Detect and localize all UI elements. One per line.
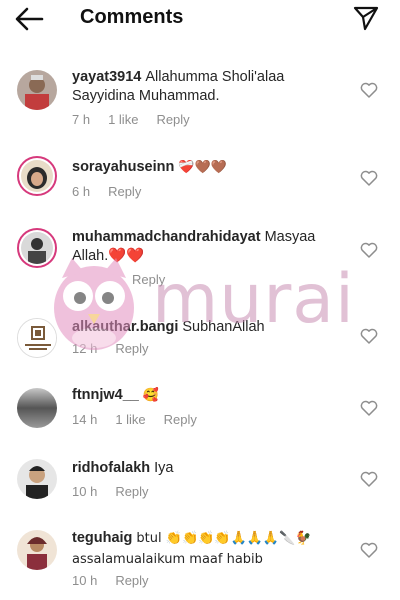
comment-meta: 14 h 1 like Reply xyxy=(72,412,215,427)
comment-meta: 10 h Reply xyxy=(72,573,167,588)
comment-meta: 10 h Reply xyxy=(72,484,167,499)
heart-outline-icon[interactable] xyxy=(360,242,378,258)
comment-text: Iya xyxy=(154,460,174,476)
reply-button[interactable]: Reply xyxy=(115,484,148,499)
comment-body: alkauthar.bangi SubhanAllah xyxy=(72,318,342,337)
comment-meta: 12 h Reply xyxy=(72,341,167,356)
comment-body: muhammadchandrahidayat Masyaa Allah.❤️❤️ xyxy=(72,228,342,266)
avatar[interactable] xyxy=(17,156,57,196)
avatar[interactable] xyxy=(17,228,57,268)
reply-button[interactable]: Reply xyxy=(115,341,148,356)
reply-button[interactable]: Reply xyxy=(132,272,165,287)
header: Comments xyxy=(0,0,400,38)
comment-body: yayat3914 Allahumma Sholi'alaa Sayyidina … xyxy=(72,68,342,106)
heart-outline-icon[interactable] xyxy=(360,170,378,186)
comment-username[interactable]: yayat3914 xyxy=(72,69,141,85)
comment-time: 12 h xyxy=(72,341,98,356)
comment-body: sorayahuseinn ❤️‍🩹🤎🤎 xyxy=(72,158,342,177)
reply-button[interactable]: Reply xyxy=(156,112,189,127)
comment-meta: 7 h 1 like Reply xyxy=(72,112,208,127)
comment-time: 10 h xyxy=(72,484,98,499)
arrow-left-icon[interactable] xyxy=(14,6,44,32)
like-count[interactable]: 1 like xyxy=(108,112,138,127)
comment-username[interactable]: teguhaig xyxy=(72,530,132,546)
comment-text: 🥰 xyxy=(142,388,160,403)
comment-time: 10 h xyxy=(72,573,98,588)
heart-outline-icon[interactable] xyxy=(360,542,378,558)
send-icon[interactable] xyxy=(352,4,380,32)
comment-body: teguhaig btul 👏👏👏👏🙏🙏🙏🔪🐓 assalamualaikum m… xyxy=(72,528,342,570)
comment-body: ridhofalakh Iya xyxy=(72,459,342,478)
heart-outline-icon[interactable] xyxy=(360,471,378,487)
comment-body: ftnnjw4__ 🥰 xyxy=(72,386,342,405)
comment-time: 7 h xyxy=(72,112,91,127)
comment-username[interactable]: muhammadchandrahidayat xyxy=(72,229,261,245)
comment-time: 14 h xyxy=(72,412,98,427)
comment-meta: 6 h Reply xyxy=(72,184,159,199)
comment-text: SubhanAllah xyxy=(182,319,265,335)
reply-button[interactable]: Reply xyxy=(108,184,141,199)
avatar[interactable] xyxy=(17,318,57,358)
heart-outline-icon[interactable] xyxy=(360,82,378,98)
heart-outline-icon[interactable] xyxy=(360,328,378,344)
comment-text: ❤️‍🩹🤎🤎 xyxy=(178,160,227,175)
reply-button[interactable]: Reply xyxy=(164,412,197,427)
comment-username[interactable]: sorayahuseinn xyxy=(72,159,174,175)
page-title: Comments xyxy=(80,6,184,28)
avatar[interactable] xyxy=(17,530,57,570)
avatar[interactable] xyxy=(17,459,57,499)
comment-time: 6 h xyxy=(72,184,91,199)
avatar[interactable] xyxy=(17,388,57,428)
comment-meta: Reply xyxy=(72,272,183,287)
heart-outline-icon[interactable] xyxy=(360,400,378,416)
comment-username[interactable]: ridhofalakh xyxy=(72,460,150,476)
like-count[interactable]: 1 like xyxy=(115,412,145,427)
avatar[interactable] xyxy=(17,70,57,110)
comment-username[interactable]: ftnnjw4__ xyxy=(72,387,139,403)
comment-username[interactable]: alkauthar.bangi xyxy=(72,319,178,335)
reply-button[interactable]: Reply xyxy=(115,573,148,588)
